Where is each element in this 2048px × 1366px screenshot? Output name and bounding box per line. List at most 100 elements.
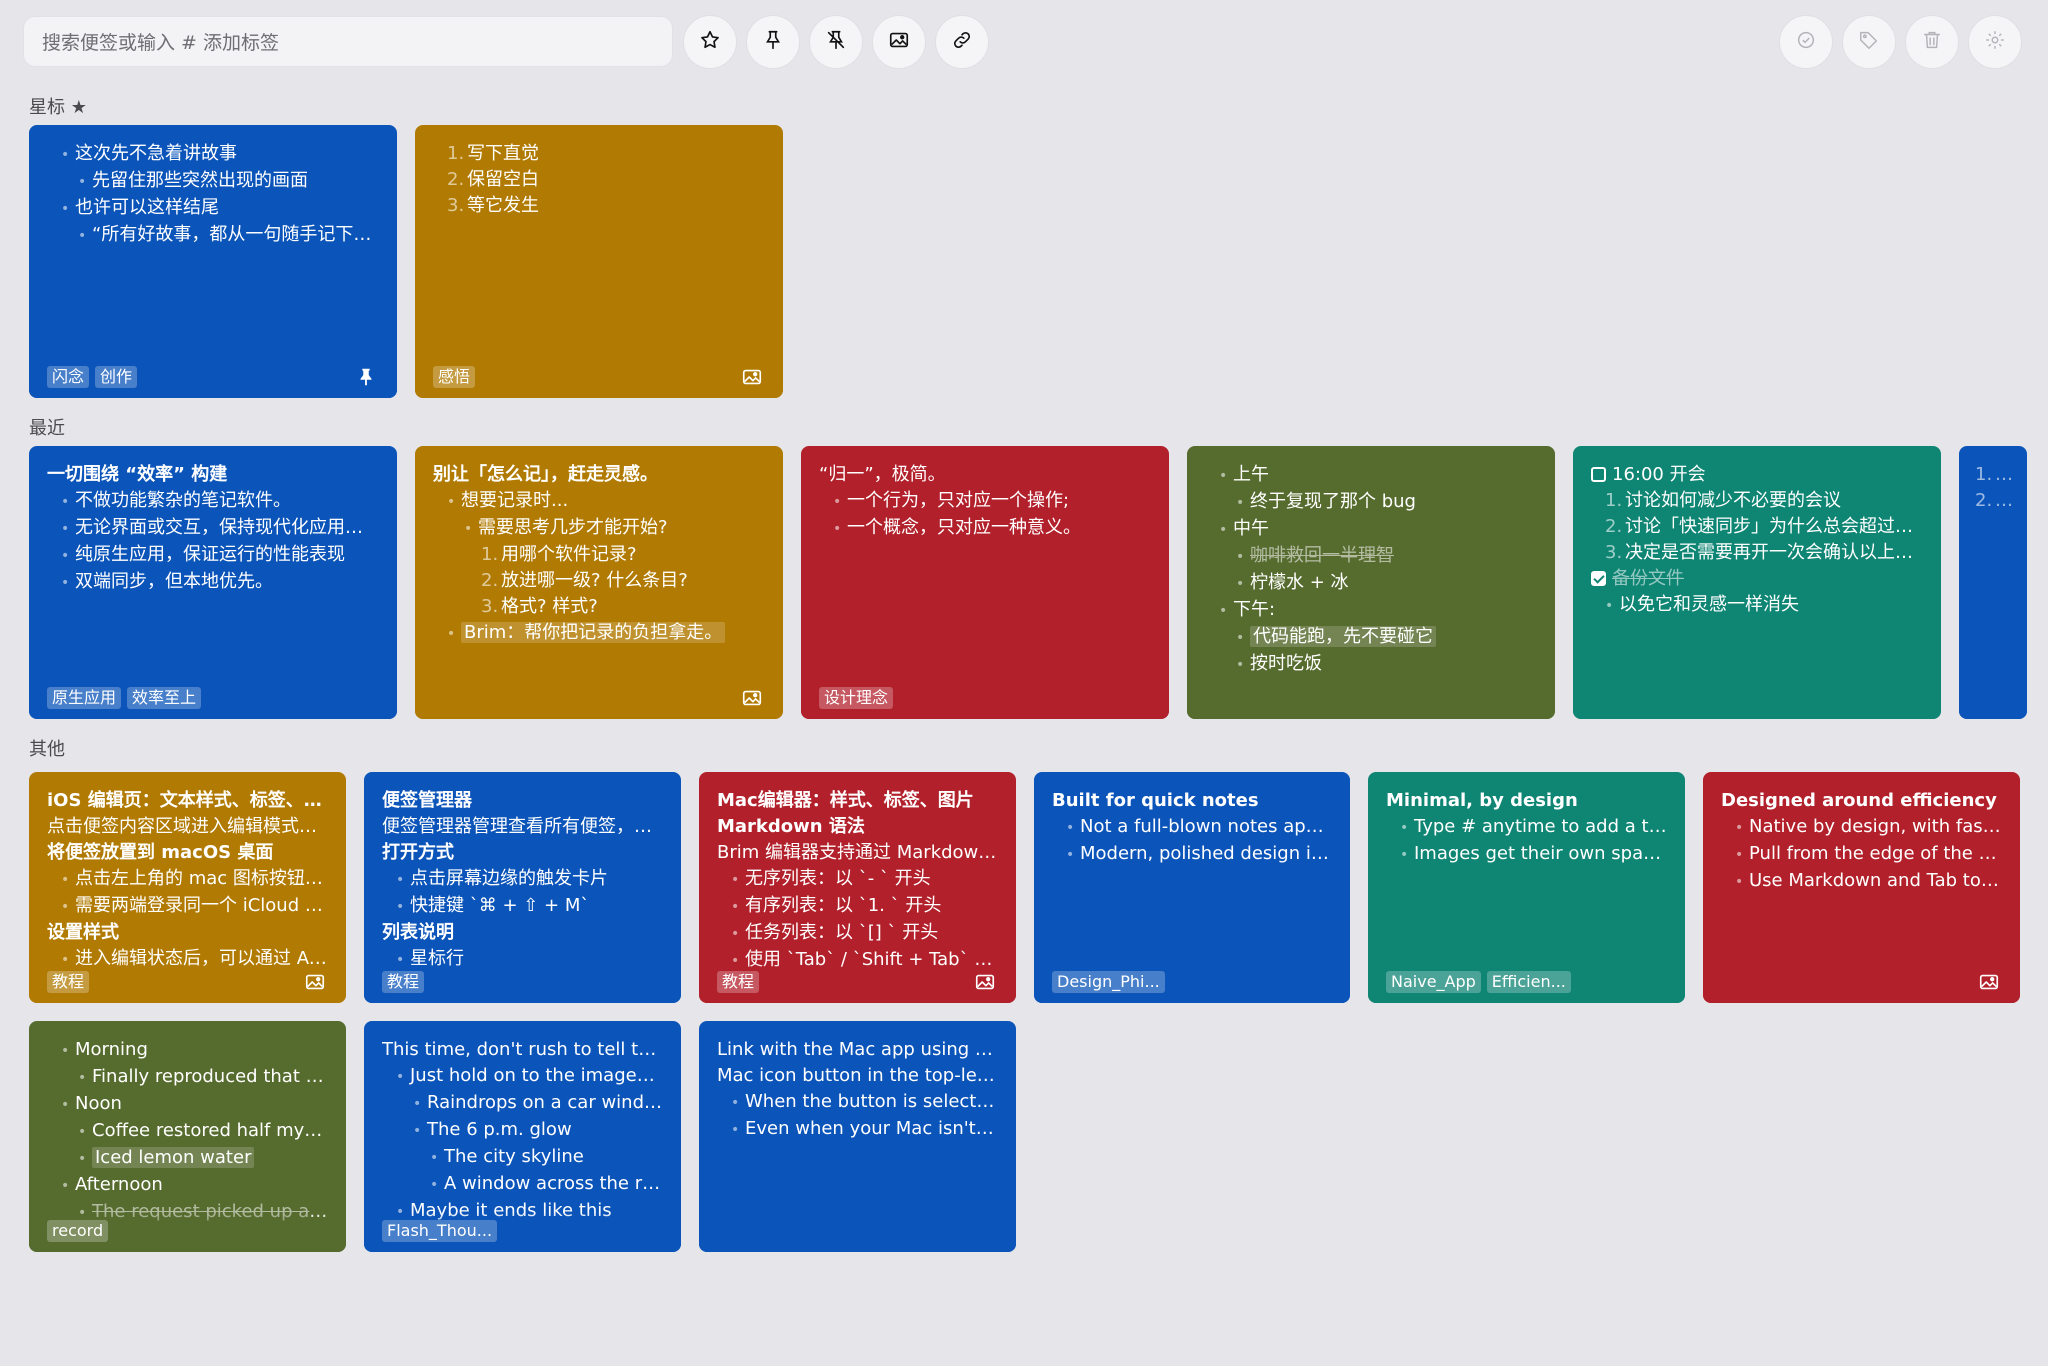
link-icon xyxy=(951,29,973,55)
tag-chip[interactable]: 设计理念 xyxy=(819,687,894,709)
note-card[interactable]: 1. 写下直觉 2. 保留空白 3. 等它发生 感悟 xyxy=(415,125,783,398)
checkbox[interactable] xyxy=(1591,467,1606,482)
number-marker: 1. xyxy=(1975,464,1993,485)
note-line-text: The 6 p.m. glow xyxy=(427,1119,572,1140)
note-line-text: 将便签放置到 macOS 桌面 xyxy=(47,842,274,863)
number-marker: 1. xyxy=(1605,490,1623,511)
tag-chip[interactable]: 闪念 xyxy=(47,366,90,388)
tag-chip[interactable]: record xyxy=(47,1220,109,1242)
note-line-text: 不做功能繁杂的笔记软件。 xyxy=(75,490,291,511)
bullet-marker: • xyxy=(78,1070,87,1086)
bullet-marker: • xyxy=(1236,657,1245,673)
note-card[interactable]: Built for quick notes • Not a full-blown n… xyxy=(1034,772,1350,1003)
note-card[interactable]: iOS 编辑页：文本样式、标签、图片点击便签内容区域进入编辑模式，可设置样式将便… xyxy=(29,772,346,1003)
note-card[interactable]: 一切围绕 “效率” 构建 • 不做功能繁杂的笔记软件。 • 无论界面或交互，保持现代化应… xyxy=(29,446,397,719)
card-fade xyxy=(699,1212,1016,1252)
note-line-text: iOS 编辑页：文本样式、标签、图片 xyxy=(47,790,328,811)
note-line: • A window across the river xyxy=(382,1171,663,1198)
note-line: • 有序列表：以 `1. ` 开头 xyxy=(717,893,998,920)
note-line-text: Designed around efficiency xyxy=(1721,790,1997,811)
link-filter-button[interactable] xyxy=(935,15,989,69)
image-filter-button[interactable] xyxy=(872,15,926,69)
tag-chip[interactable]: 原生应用 xyxy=(47,687,122,709)
note-line-text: 讨论「快速同步」为什么总会超过十分钟 xyxy=(1625,516,1923,537)
note-line: Link with the Mac app using the xyxy=(717,1037,998,1063)
bullet-marker: • xyxy=(1735,847,1744,863)
unpin-filter-button[interactable] xyxy=(809,15,863,69)
pin-icon xyxy=(355,366,377,388)
tag-chip[interactable]: Flash_Thou... xyxy=(382,1220,498,1242)
card-fade xyxy=(1959,679,2027,719)
tag-chip[interactable]: Efficien... xyxy=(1486,971,1571,993)
note-line-text: 星标行 xyxy=(410,948,464,969)
tag-chip[interactable]: 感悟 xyxy=(433,366,476,388)
note-line-text: 以免它和灵感一样消失 xyxy=(1619,594,1799,615)
tag-list: 教程 xyxy=(382,971,425,993)
note-line-text: 柠檬水 + 冰 xyxy=(1250,572,1349,593)
note-line-text: Finally reproduced that bug xyxy=(92,1066,328,1087)
settings-button[interactable] xyxy=(1968,15,2022,69)
bullet-marker: • xyxy=(61,521,70,537)
note-line-text: 无序列表：以 `- ` 开头 xyxy=(745,868,931,889)
bullet-marker: • xyxy=(78,174,87,190)
image-icon xyxy=(741,687,763,709)
note-card[interactable]: This time, don't rush to tell the story •… xyxy=(364,1021,681,1252)
note-line: • 按时吃饭 xyxy=(1205,651,1537,678)
note-card[interactable]: 16:00 开会 1. 讨论如何减少不必要的会议 2. 讨论「快速同步」为什么总会超过十… xyxy=(1573,446,1941,719)
tag-chip[interactable]: 创作 xyxy=(95,366,138,388)
pin-filter-button[interactable] xyxy=(746,15,800,69)
tag-chip[interactable]: 教程 xyxy=(717,971,760,993)
tag-chip[interactable]: 教程 xyxy=(382,971,425,993)
note-line-text: 代码能跑，先不要碰它 xyxy=(1250,626,1436,647)
tag-button[interactable] xyxy=(1842,15,1896,69)
bullet-marker: • xyxy=(1400,847,1409,863)
note-card[interactable]: • 这次先不急着讲故事 • 先留住那些突然出现的画面 • 也许可以这样结尾 • “所有好故事，… xyxy=(29,125,397,398)
note-line-text: Just hold on to the images that appear xyxy=(410,1065,663,1086)
bullet-marker: • xyxy=(1400,820,1409,836)
star-filter-button[interactable] xyxy=(683,15,737,69)
check-icon xyxy=(1795,29,1817,55)
note-card[interactable]: 别让「怎么记」，赶走灵感。 • 想要记录时... • 需要思考几步才能开始? 1. 用哪个软… xyxy=(415,446,783,719)
image-icon xyxy=(304,971,326,993)
note-line-text: Brim 编辑器支持通过 Markdown 语法设置样式 xyxy=(717,842,998,863)
bullet-marker: • xyxy=(61,872,70,888)
note-line: • Coffee restored half my sanity xyxy=(47,1118,328,1145)
search-input[interactable]: 搜索便签或输入 # 添加标签 xyxy=(23,16,673,67)
bullet-marker: • xyxy=(1066,820,1075,836)
note-card[interactable]: Link with the Mac app using the Mac icon … xyxy=(699,1021,1016,1252)
note-line: • Noon xyxy=(47,1091,328,1118)
note-card[interactable]: 便签管理器便签管理器管理查看所有便签，快速检索打开方式•点击屏幕边缘的触发卡片•… xyxy=(364,772,681,1003)
delete-button[interactable] xyxy=(1905,15,1959,69)
note-line-text: 上午 xyxy=(1233,464,1269,485)
bullet-marker: • xyxy=(1236,630,1245,646)
note-line: 3. 格式? 样式? xyxy=(433,594,765,620)
bullet-marker: • xyxy=(1236,495,1245,511)
note-line-text: 有序列表：以 `1. ` 开头 xyxy=(745,895,942,916)
note-card[interactable]: • 上午 • 终于复现了那个 bug • 中午 • 咖啡救回一半理智 • 柠檬水 + 冰 • 下午: •… xyxy=(1187,446,1555,719)
note-line-text: 一个概念，只对应一种意义。 xyxy=(847,517,1081,538)
tag-chip[interactable]: 教程 xyxy=(47,971,90,993)
checkbox-checked[interactable] xyxy=(1591,571,1606,586)
note-card[interactable]: Designed around efficiency • Native by des… xyxy=(1703,772,2020,1003)
note-line-text: 决定是否需要再开一次会确认以上结论 xyxy=(1625,542,1923,563)
note-card[interactable]: “归一”，极简。 • 一个行为，只对应一个操作; • 一个概念，只对应一种意义。 设计理念 xyxy=(801,446,1169,719)
bullet-marker: • xyxy=(1219,522,1228,538)
tag-icon xyxy=(1858,29,1880,55)
note-line: 2.粘贴 xyxy=(1975,488,2027,514)
note-line: • 星标行 xyxy=(382,946,663,973)
note-line: • Finally reproduced that bug xyxy=(47,1064,328,1091)
note-line: • When the button is selected, it syncs xyxy=(717,1089,998,1116)
note-card[interactable]: Minimal, by design • Type # anytime to add… xyxy=(1368,772,1685,1003)
tag-chip[interactable]: 效率至上 xyxy=(127,687,202,709)
note-card[interactable]: Mac编辑器：样式、标签、图片 Markdown 语法 Brim 编辑器支持通过 M… xyxy=(699,772,1016,1003)
note-line-text: 点击左上角的 mac 图标按钮，即可同步 xyxy=(75,868,328,889)
select-button[interactable] xyxy=(1779,15,1833,69)
note-card[interactable]: 1.输入2.粘贴 xyxy=(1959,446,2027,719)
number-marker: 1. xyxy=(447,143,465,164)
note-line-text: Minimal, by design xyxy=(1386,790,1578,811)
tag-chip[interactable]: Design_Phi... xyxy=(1052,971,1165,993)
section-title-starred: 星标 ★ xyxy=(29,97,87,118)
note-line: • 任务列表：以 `[] ` 开头 xyxy=(717,920,998,947)
tag-chip[interactable]: Naive_App xyxy=(1386,971,1481,993)
note-card[interactable]: • Morning • Finally reproduced that bug • Noo… xyxy=(29,1021,346,1252)
